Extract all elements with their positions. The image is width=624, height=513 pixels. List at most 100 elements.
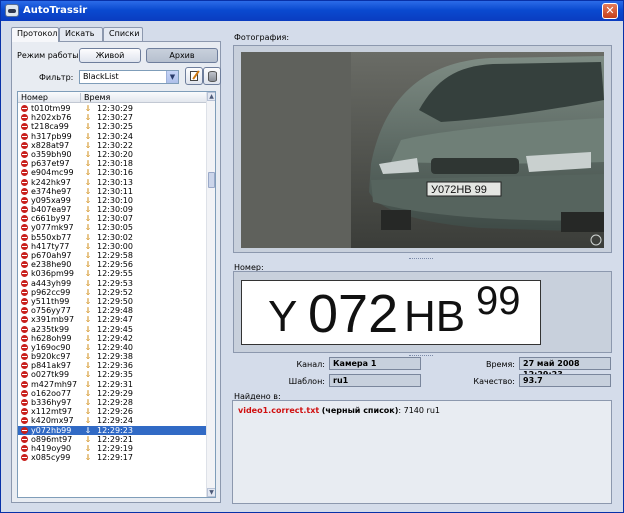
table-row[interactable]: b920kc97 ⇓ 12:29:38 — [18, 352, 207, 361]
row-plate: b550xb77 — [31, 232, 72, 242]
car-photo[interactable]: У072НВ 99 — [241, 52, 604, 248]
table-row[interactable]: y077mk97 ⇓ 12:30:05 — [18, 223, 207, 232]
table-row[interactable]: b550xb77 ⇓ 12:30:02 — [18, 233, 207, 242]
table-row[interactable]: p637et97 ⇓ 12:30:18 — [18, 159, 207, 168]
table-row[interactable]: o756yy77 ⇓ 12:29:48 — [18, 306, 207, 315]
row-plate: t218ca99 — [31, 122, 69, 132]
row-plate: k420mx97 — [31, 416, 74, 426]
blacklist-icon — [21, 105, 28, 112]
scroll-down-icon[interactable]: ▼ — [207, 488, 215, 497]
tab-search[interactable]: Искать — [59, 27, 103, 41]
row-time: 12:30:00 — [97, 241, 133, 251]
direction-arrow-icon: ⇓ — [84, 388, 92, 398]
list-scrollbar[interactable]: ▲ ▼ — [206, 92, 215, 497]
edit-button[interactable] — [185, 67, 203, 85]
row-time: 12:30:24 — [97, 131, 133, 141]
direction-arrow-icon: ⇓ — [84, 379, 92, 389]
direction-arrow-icon: ⇓ — [84, 269, 92, 279]
column-header-number[interactable]: Номер — [21, 93, 48, 102]
live-button[interactable]: Живой — [79, 48, 141, 63]
table-row[interactable]: x828at97 ⇓ 12:30:22 — [18, 141, 207, 150]
table-row[interactable]: t010tm99 ⇓ 12:30:29 — [18, 104, 207, 113]
table-row[interactable]: k420mx97 ⇓ 12:29:24 — [18, 416, 207, 425]
close-button[interactable]: ✕ — [602, 3, 618, 19]
row-time: 12:29:29 — [97, 388, 133, 398]
row-time: 12:30:16 — [97, 168, 133, 178]
direction-arrow-icon: ⇓ — [84, 168, 92, 178]
direction-arrow-icon: ⇓ — [84, 104, 92, 113]
archive-button[interactable]: Архив — [146, 48, 218, 63]
table-row[interactable]: y169oc90 ⇓ 12:29:40 — [18, 343, 207, 352]
blacklist-icon — [21, 141, 28, 149]
row-plate: h628oh99 — [31, 333, 72, 343]
row-time: 12:30:25 — [97, 122, 133, 132]
direction-arrow-icon: ⇓ — [84, 278, 92, 288]
table-row[interactable]: k242hk97 ⇓ 12:30:13 — [18, 178, 207, 187]
table-row[interactable]: b336hy97 ⇓ 12:29:28 — [18, 398, 207, 407]
table-row[interactable]: x085cy99 ⇓ 12:29:17 — [18, 453, 207, 462]
plate-letters: HB — [404, 292, 466, 341]
table-row[interactable]: y511th99 ⇓ 12:29:50 — [18, 297, 207, 306]
blacklist-icon — [21, 160, 28, 168]
scroll-up-icon[interactable]: ▲ — [207, 92, 215, 101]
row-time: 12:30:18 — [97, 159, 133, 169]
time-field: 27 май 2008 12:29:23 — [519, 357, 611, 379]
table-row[interactable]: y072hb99 ⇓ 12:29:23 — [18, 425, 207, 435]
detections-list[interactable]: Номер Время t010tm99 ⇓ 12:30:29 h202xb76 ⇓ 12… — [17, 91, 216, 498]
table-row[interactable]: p841ak97 ⇓ 12:29:36 — [18, 361, 207, 370]
table-row[interactable]: a443yh99 ⇓ 12:29:53 — [18, 279, 207, 288]
blacklist-icon — [21, 297, 28, 305]
table-row[interactable]: o359bh90 ⇓ 12:30:20 — [18, 150, 207, 159]
table-row[interactable]: x391mb97 ⇓ 12:29:47 — [18, 315, 207, 324]
title-bar[interactable]: AutoTrassir ✕ — [1, 1, 623, 21]
table-row[interactable]: h317pb99 ⇓ 12:30:24 — [18, 132, 207, 141]
table-row[interactable]: h628oh99 ⇓ 12:29:42 — [18, 334, 207, 343]
table-row[interactable]: x112mt97 ⇓ 12:29:26 — [18, 407, 207, 416]
tab-protocol[interactable]: Протокол — [11, 27, 59, 42]
window-title: AutoTrassir — [23, 5, 88, 16]
blacklist-icon — [21, 132, 28, 140]
row-plate: m427mh97 — [31, 379, 78, 389]
table-row[interactable]: e238he90 ⇓ 12:29:56 — [18, 260, 207, 269]
table-row[interactable]: t218ca99 ⇓ 12:30:25 — [18, 122, 207, 131]
filter-select[interactable]: BlackList ▼ — [79, 70, 179, 84]
tab-lists[interactable]: Списки — [103, 27, 143, 41]
blacklist-icon — [21, 279, 28, 287]
table-row[interactable]: h419oy90 ⇓ 12:29:19 — [18, 444, 207, 453]
row-time: 12:30:29 — [97, 104, 133, 113]
photo-plate-text: У072НВ 99 — [431, 184, 487, 196]
list-rows: t010tm99 ⇓ 12:30:29 h202xb76 ⇓ 12:30:27 t218ca… — [18, 104, 207, 462]
table-row[interactable]: y095xa99 ⇓ 12:30:10 — [18, 196, 207, 205]
table-row[interactable]: h417ty77 ⇓ 12:30:00 — [18, 242, 207, 251]
table-row[interactable]: m427mh97 ⇓ 12:29:31 — [18, 380, 207, 389]
database-button[interactable] — [203, 67, 221, 85]
row-time: 12:29:53 — [97, 278, 133, 288]
row-time: 12:29:24 — [97, 416, 133, 426]
table-row[interactable]: o162oo77 ⇓ 12:29:29 — [18, 389, 207, 398]
found-file[interactable]: video1.correct.txt — [238, 406, 319, 415]
row-plate: y169oc90 — [31, 342, 71, 352]
table-row[interactable]: o027tk99 ⇓ 12:29:35 — [18, 370, 207, 379]
found-entry[interactable]: video1.correct.txt (черный список): 7140… — [238, 406, 606, 415]
table-row[interactable]: o896mt97 ⇓ 12:29:21 — [18, 435, 207, 444]
photo-splitter[interactable] — [409, 258, 433, 260]
table-row[interactable]: e904mc99 ⇓ 12:30:16 — [18, 168, 207, 177]
direction-arrow-icon: ⇓ — [84, 416, 92, 426]
table-row[interactable]: e374he97 ⇓ 12:30:11 — [18, 187, 207, 196]
table-row[interactable]: b407ea97 ⇓ 12:30:09 — [18, 205, 207, 214]
table-row[interactable]: a235tk99 ⇓ 12:29:45 — [18, 325, 207, 334]
column-header-time[interactable]: Время — [84, 93, 110, 102]
scroll-thumb[interactable] — [208, 172, 215, 188]
row-time: 12:30:02 — [97, 232, 133, 242]
table-row[interactable]: k036pm99 ⇓ 12:29:55 — [18, 269, 207, 278]
direction-arrow-icon: ⇓ — [84, 443, 92, 453]
chevron-down-icon[interactable]: ▼ — [166, 71, 178, 83]
list-header: Номер Время — [18, 92, 207, 103]
table-row[interactable]: p670ah97 ⇓ 12:29:58 — [18, 251, 207, 260]
table-row[interactable]: c661by97 ⇓ 12:30:07 — [18, 214, 207, 223]
row-time: 12:29:19 — [97, 443, 133, 453]
table-row[interactable]: p962cc99 ⇓ 12:29:52 — [18, 288, 207, 297]
blacklist-icon — [21, 454, 28, 462]
table-row[interactable]: h202xb76 ⇓ 12:30:27 — [18, 113, 207, 122]
row-time: 12:29:21 — [97, 434, 133, 444]
